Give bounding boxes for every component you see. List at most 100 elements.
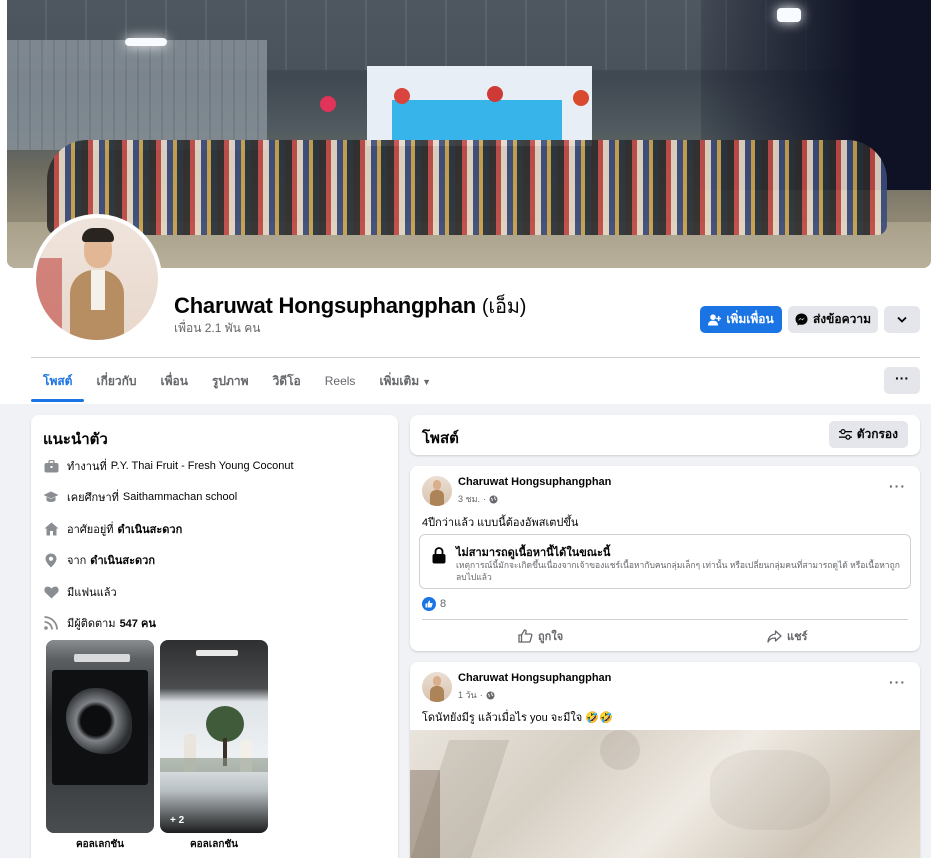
post-meta: 3 ชม. · [458, 492, 498, 506]
filter-button[interactable]: ตัวกรอง [828, 421, 908, 448]
messenger-icon [795, 313, 808, 326]
meta-separator: · [479, 690, 483, 700]
caret-down-icon: ▼ [422, 377, 432, 387]
from-value[interactable]: ดำเนินสะดวก [90, 551, 155, 569]
relationship-value: มีแฟนแล้ว [67, 587, 117, 599]
lock-icon [432, 547, 446, 564]
avatar [36, 218, 158, 340]
tab-label: รูปภาพ [211, 374, 249, 388]
cover-light [125, 38, 167, 46]
intro-followers: มีผู้ติดตาม 547 คน [43, 614, 156, 632]
tab-label: Reels [324, 374, 356, 388]
story-label: คอลเลกชัน [189, 839, 239, 850]
study-prefix: เคยศึกษาที่ [67, 492, 119, 504]
tab-posts[interactable]: โพสต์ [31, 362, 85, 402]
tab-label: เพิ่มเติม [379, 374, 420, 388]
from-prefix: จาก [67, 555, 87, 567]
intro-from: จาก ดำเนินสะดวก [43, 551, 155, 569]
post-text: โดนัทยังมีรู แล้วเมื่อไร you จะมีใจ 🤣🤣 [422, 712, 613, 724]
graduation-cap-icon [43, 489, 59, 505]
tab-about[interactable]: เกี่ยวกับ [84, 362, 148, 402]
share-label: แชร์ [787, 631, 808, 643]
header-divider [31, 357, 920, 358]
friends-count[interactable]: เพื่อน 2.1 พัน คน [174, 319, 260, 338]
posts-title: โพสต์ [422, 430, 459, 447]
tab-label: วิดีโอ [272, 374, 301, 388]
featured-story-couple[interactable]: + 2 [160, 640, 268, 833]
tab-label: เพื่อน [160, 374, 188, 388]
profile-tabs: โพสต์ เกี่ยวกับ เพื่อน รูปภาพ วิดีโอ Ree… [31, 362, 443, 402]
tabs-more-options-button[interactable]: ··· [884, 367, 920, 394]
post-text: 4ปีกว่าแล้ว แบบนี้ต้องอัพสเตปขึ้น [422, 517, 579, 529]
post-author-avatar[interactable] [422, 476, 452, 506]
ultrasound-screen [52, 670, 148, 785]
profile-name: Charuwat Hongsuphangphan (เอ็ม) [174, 290, 526, 322]
cover-photo[interactable] [7, 0, 931, 268]
lives-value[interactable]: ดำเนินสะดวก [118, 520, 183, 538]
featured-story-ultrasound[interactable] [46, 640, 154, 833]
post-options-button[interactable]: ··· [889, 478, 906, 494]
cover-crowd [47, 140, 887, 235]
profile-more-button[interactable] [884, 306, 920, 333]
message-button[interactable]: ส่งข้อความ [788, 306, 878, 333]
reaction-summary[interactable]: 8 [422, 597, 446, 611]
tab-label: โพสต์ [43, 374, 73, 388]
post-author-name[interactable]: Charuwat Hongsuphangphan [458, 672, 611, 684]
like-button[interactable]: ถูกใจ [518, 627, 563, 645]
intro-card: แนะนำตัว ทำงานที่ P.Y. Thai Fruit - Fres… [31, 415, 398, 858]
tab-more[interactable]: เพิ่มเติม ▼ [367, 362, 443, 402]
globe-icon [486, 691, 495, 699]
chevron-down-icon [897, 316, 907, 323]
avatar-suit [430, 490, 444, 506]
add-friend-icon [708, 313, 722, 325]
tree-shape [206, 706, 244, 742]
share-button[interactable]: แชร์ [767, 627, 807, 645]
avatar-suit [430, 686, 444, 702]
study-value[interactable]: Saithammachan school [123, 491, 237, 503]
profile-name-text: Charuwat Hongsuphangphan [174, 293, 476, 318]
tab-friends[interactable]: เพื่อน [149, 362, 200, 402]
story-more-count: + 2 [170, 815, 185, 826]
post-card: Charuwat Hongsuphangphan 1 วัน · ··· โดน… [410, 662, 920, 858]
cover-wall [7, 40, 267, 150]
photo-texture [410, 770, 440, 858]
work-value[interactable]: P.Y. Thai Fruit - Fresh Young Coconut [111, 460, 294, 472]
tab-photos[interactable]: รูปภาพ [200, 362, 261, 402]
heart-icon [43, 584, 59, 600]
post-time[interactable]: 1 วัน [458, 688, 477, 702]
post-author-name[interactable]: Charuwat Hongsuphangphan [458, 476, 611, 488]
unavailable-description: เหตุการณ์นี้มักจะเกิดขึ้นเนื่องจากเจ้าขอ… [456, 560, 900, 582]
like-count: 8 [440, 598, 447, 610]
avatar-hair [82, 228, 114, 242]
thumbs-up-icon [518, 629, 533, 643]
tab-reels[interactable]: Reels [313, 362, 368, 402]
profile-avatar[interactable] [32, 214, 162, 344]
post-card: Charuwat Hongsuphangphan 3 ชม. · ··· 4ปี… [410, 466, 920, 651]
post-photo[interactable] [410, 730, 920, 858]
ultrasound-image [66, 688, 132, 754]
followers-value[interactable]: 547 คน [120, 614, 156, 632]
add-friend-button[interactable]: เพิ่มเพื่อน [700, 306, 782, 333]
home-icon [43, 521, 59, 537]
actions-divider [422, 619, 908, 620]
post-options-button[interactable]: ··· [889, 674, 906, 690]
intro-work: ทำงานที่ P.Y. Thai Fruit - Fresh Young C… [43, 457, 294, 475]
profile-alt-name: (เอ็ม) [481, 296, 527, 318]
grass-shape [160, 758, 268, 772]
avatar-bg-shape [36, 258, 62, 338]
like-reaction-icon [422, 597, 436, 611]
briefcase-icon [43, 458, 59, 474]
meta-separator: · [483, 494, 487, 504]
post-meta: 1 วัน · [458, 688, 495, 702]
cover-decoration [573, 90, 589, 106]
post-time[interactable]: 3 ชม. [458, 492, 480, 506]
followers-prefix: มีผู้ติดตาม [67, 618, 116, 630]
rss-icon [43, 615, 59, 631]
unavailable-content-box: ไม่สามารถดูเนื้อหานี้ได้ในขณะนี้ เหตุการ… [419, 534, 911, 589]
story-label: คอลเลกชัน [75, 839, 125, 850]
tab-label: เกี่ยวกับ [96, 374, 137, 388]
avatar-shirt [91, 270, 105, 310]
intro-title: แนะนำตัว [43, 431, 108, 448]
tab-videos[interactable]: วิดีโอ [261, 362, 313, 402]
post-author-avatar[interactable] [422, 672, 452, 702]
